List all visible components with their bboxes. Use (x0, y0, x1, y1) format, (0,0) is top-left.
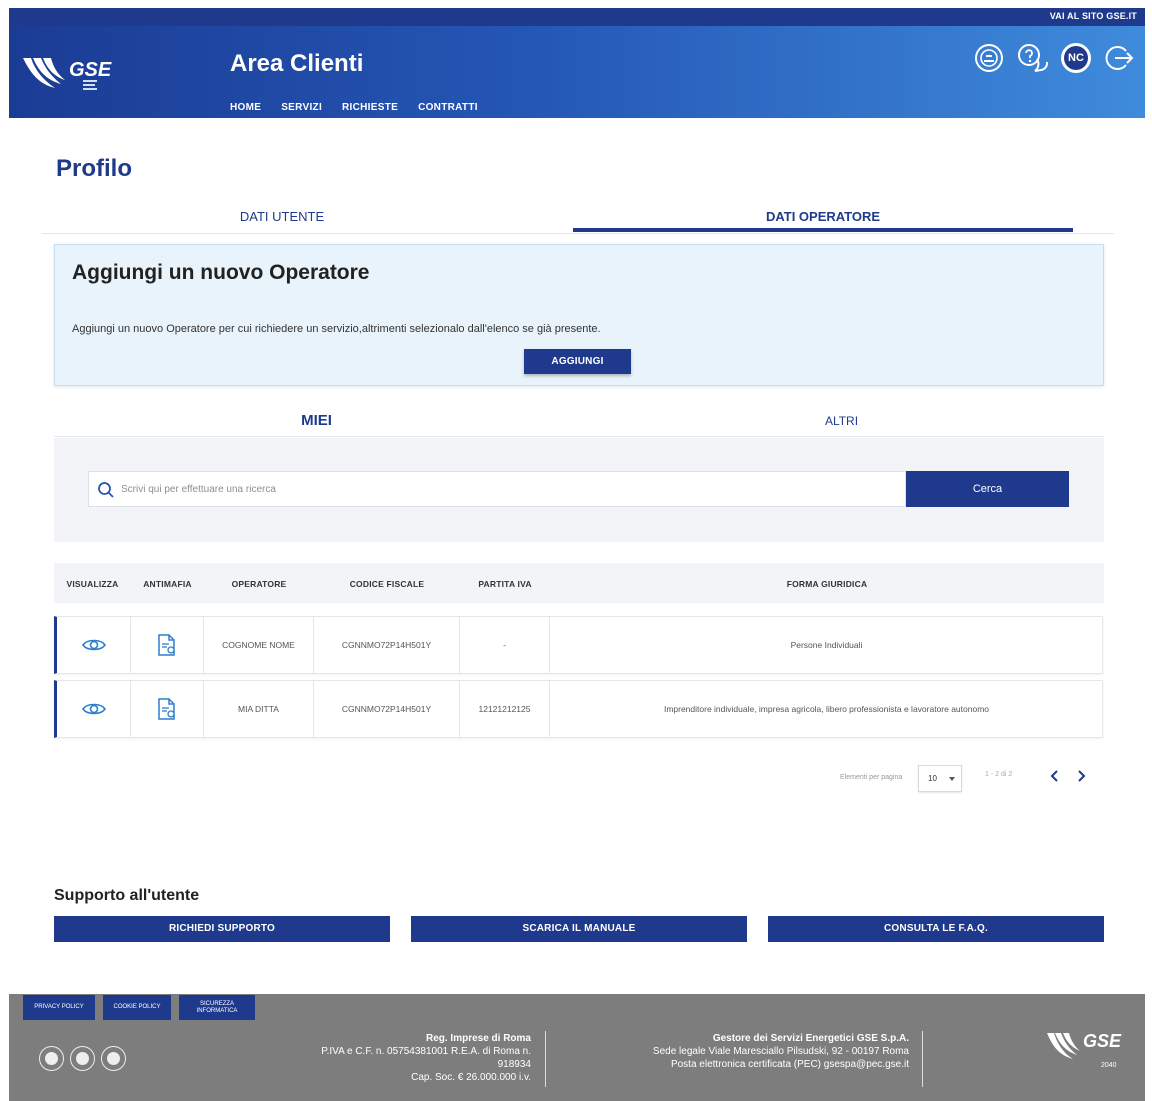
youtube-icon[interactable] (101, 1046, 126, 1071)
forma-giuridica-cell: Persone Individuali (790, 640, 863, 650)
col-antimafia: ANTIMAFIA (143, 579, 192, 589)
antimafia-cell (131, 617, 204, 673)
request-support-button[interactable]: RICHIEDI SUPPORTO (54, 916, 390, 942)
avatar-initials: NC (1064, 46, 1088, 70)
twitter-icon[interactable] (70, 1046, 95, 1071)
svg-text:2040: 2040 (1101, 1062, 1117, 1069)
codice-fiscale-cell: CGNNMO72P14H501Y (314, 681, 460, 737)
company-info: Gestore dei Servizi Energetici GSE S.p.A… (589, 1032, 909, 1071)
col-partita-iva: PARTITA IVA (478, 579, 532, 589)
nav-richieste[interactable]: RICHIESTE (342, 102, 398, 113)
download-manual-button[interactable]: SCARICA IL MANUALE (411, 916, 747, 942)
main-nav: HOME SERVIZI RICHIESTE CONTRATTI (230, 102, 478, 113)
search-icon (98, 482, 114, 498)
company-line2: Posta elettronica certificata (PEC) gses… (670, 1059, 909, 1070)
document-icon[interactable] (157, 634, 177, 656)
logout-icon[interactable] (1103, 42, 1135, 74)
eye-icon[interactable] (81, 701, 106, 717)
table-header: VISUALIZZA ANTIMAFIA OPERATORE CODICE FI… (54, 563, 1104, 603)
nav-contratti[interactable]: CONTRATTI (418, 102, 478, 113)
chevron-down-icon (949, 777, 955, 781)
col-visualizza: VISUALIZZA (66, 579, 119, 589)
privacy-policy-link[interactable]: PRIVACY POLICY (23, 995, 95, 1020)
tab-dati-utente[interactable]: DATI UTENTE (42, 209, 522, 224)
table-row: MIA DITTA CGNNMO72P14H501Y 12121212125 I… (54, 680, 1103, 738)
page-count: 1 - 2 di 2 (985, 771, 1013, 778)
svg-text:GSE: GSE (1083, 1031, 1122, 1051)
nav-home[interactable]: HOME (230, 102, 261, 113)
subtab-altri[interactable]: ALTRI (579, 414, 1104, 428)
app-title: Area Clienti (230, 50, 364, 77)
registry-line1: P.IVA e C.F. n. 05754381001 R.E.A. di Ro… (321, 1046, 531, 1057)
cookie-policy-link[interactable]: COOKIE POLICY (103, 995, 171, 1020)
operator-subtabs: MIEI ALTRI (54, 400, 1104, 437)
header-actions: NC (973, 42, 1135, 74)
per-page-select[interactable]: 10 (918, 765, 962, 792)
linkedin-icon[interactable] (39, 1046, 64, 1071)
support-title: Supporto all'utente (54, 887, 200, 904)
prev-page-button[interactable] (1046, 767, 1062, 785)
per-page-value: 10 (928, 774, 937, 783)
operatore-cell: COGNOME NOME (204, 617, 314, 673)
registry-info: Reg. Imprese di Roma P.IVA e C.F. n. 057… (299, 1032, 531, 1084)
per-page-label: Elementi per pagina (840, 774, 903, 781)
partita-iva-cell: - (460, 617, 550, 673)
table-row: COGNOME NOME CGNNMO72P14H501Y - Persone … (54, 616, 1103, 674)
add-operator-description: Aggiungi un nuovo Operatore per cui rich… (72, 323, 601, 335)
security-link[interactable]: SICUREZZA INFORMATICA (179, 995, 255, 1020)
pagination: Elementi per pagina 10 1 - 2 di 2 (840, 765, 1100, 793)
faq-button[interactable]: CONSULTA LE F.A.Q. (768, 916, 1104, 942)
document-icon[interactable] (157, 698, 177, 720)
svg-text:GSE: GSE (69, 59, 112, 81)
footer-gse-logo[interactable]: GSE 2040 (1045, 1027, 1125, 1071)
col-operatore: OPERATORE (231, 579, 287, 589)
tab-dati-operatore[interactable]: DATI OPERATORE (573, 209, 1073, 224)
company-line1: Sede legale Viale Maresciallo Pilsudski,… (652, 1046, 909, 1057)
search-button[interactable]: Cerca (906, 471, 1069, 507)
registry-title: Reg. Imprese di Roma (425, 1033, 531, 1044)
nav-servizi[interactable]: SERVIZI (281, 102, 322, 113)
chevron-right-icon (1078, 770, 1086, 782)
notification-icon[interactable] (973, 42, 1005, 74)
subtab-miei[interactable]: MIEI (54, 412, 579, 429)
help-icon[interactable] (1017, 42, 1049, 74)
social-links (39, 1046, 126, 1071)
search-box (88, 471, 906, 507)
footer-divider (922, 1031, 923, 1087)
search-area: Cerca (54, 438, 1104, 542)
partita-iva-cell: 12121212125 (460, 681, 550, 737)
footer-divider (545, 1031, 546, 1087)
col-codice-fiscale: CODICE FISCALE (349, 579, 425, 589)
next-page-button[interactable] (1074, 767, 1090, 785)
chevron-left-icon (1050, 770, 1058, 782)
footer-links: PRIVACY POLICY COOKIE POLICY SICUREZZA I… (23, 995, 255, 1020)
page-title: Profilo (56, 155, 132, 182)
antimafia-cell (131, 681, 204, 737)
app-header: GSE Area Clienti HOME SERVIZI RICHIESTE … (9, 26, 1145, 118)
footer: PRIVACY POLICY COOKIE POLICY SICUREZZA I… (9, 994, 1145, 1101)
add-operator-button[interactable]: AGGIUNGI (524, 349, 631, 374)
user-avatar[interactable]: NC (1061, 43, 1091, 73)
active-tab-indicator (573, 228, 1073, 232)
profile-tabs: DATI UTENTE DATI OPERATORE (42, 205, 1114, 234)
add-operator-card: Aggiungi un nuovo Operatore Aggiungi un … (54, 244, 1104, 386)
view-cell (57, 681, 131, 737)
eye-icon[interactable] (81, 637, 106, 653)
view-cell (57, 617, 131, 673)
gse-logo[interactable]: GSE (21, 52, 121, 96)
company-title: Gestore dei Servizi Energetici GSE S.p.A… (712, 1033, 909, 1044)
operatore-cell: MIA DITTA (204, 681, 314, 737)
codice-fiscale-cell: CGNNMO72P14H501Y (314, 617, 460, 673)
registry-line3: Cap. Soc. € 26.000.000 i.v. (411, 1072, 531, 1083)
gse-site-link[interactable]: VAI AL SITO GSE.IT (1050, 11, 1137, 21)
search-input[interactable] (121, 472, 901, 506)
top-bar: VAI AL SITO GSE.IT (9, 8, 1145, 26)
add-operator-title: Aggiungi un nuovo Operatore (72, 261, 370, 284)
registry-line2: 918934 (497, 1059, 531, 1070)
col-forma-giuridica: FORMA GIURIDICA (786, 579, 868, 589)
forma-giuridica-cell: Imprenditore individuale, impresa agrico… (663, 704, 990, 714)
